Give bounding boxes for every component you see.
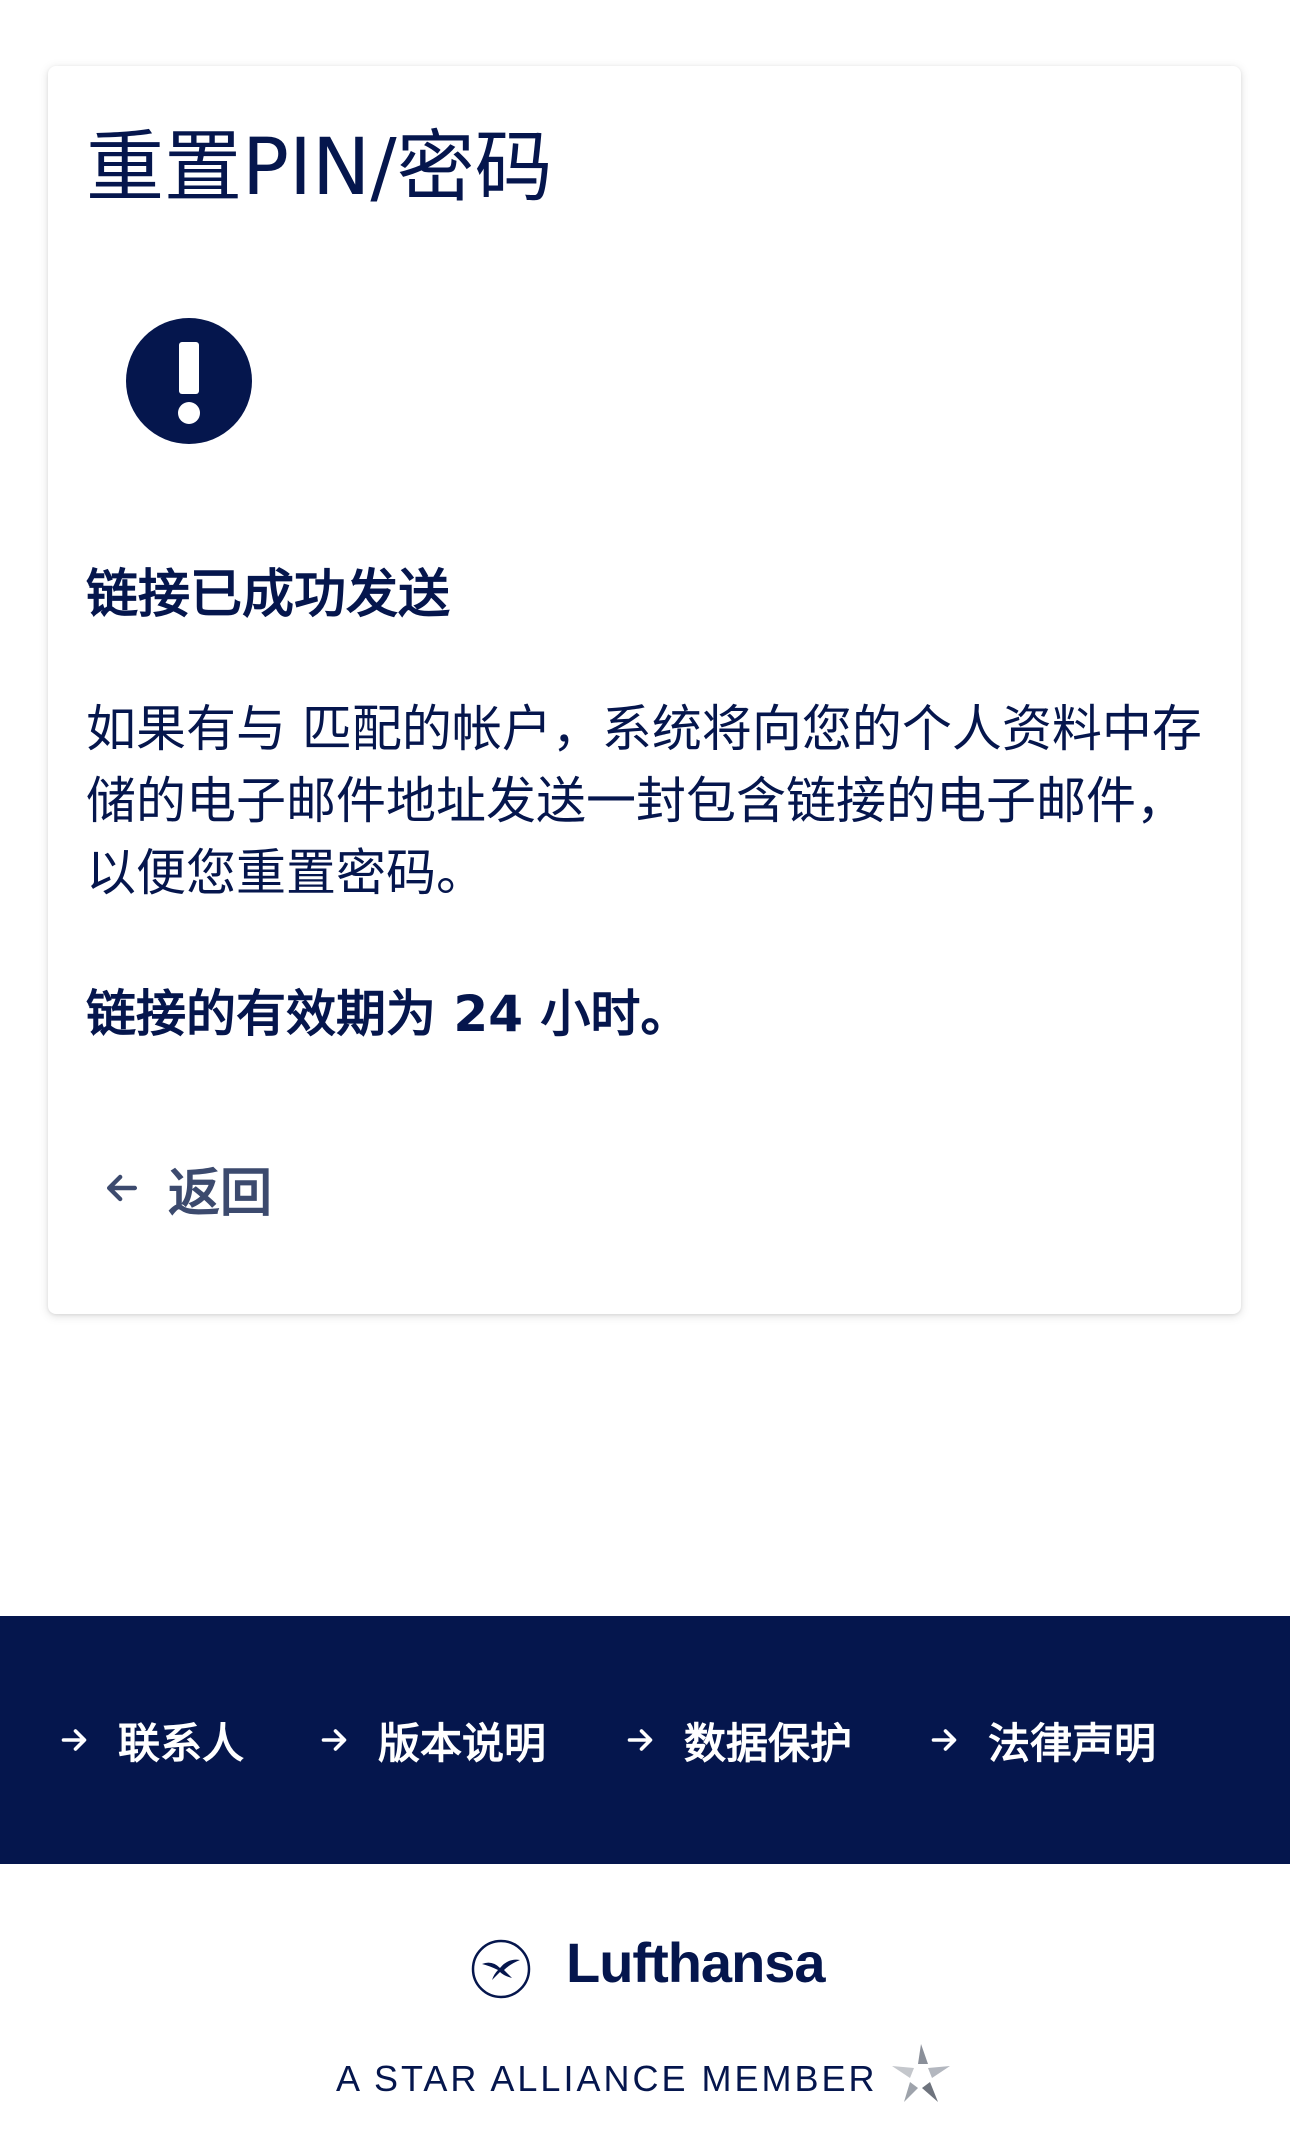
arrow-right-icon xyxy=(931,1729,957,1751)
footer-link-data-protection[interactable]: 数据保护 xyxy=(622,1710,852,1770)
info-message: 如果有与 匹配的帐户，系统将向您的个人资料中存储的电子邮件地址发送一封包含链接的… xyxy=(86,700,1202,902)
arrow-right-icon xyxy=(61,1729,87,1751)
page-title: 重置PIN/密码 xyxy=(86,123,553,213)
footer-link-imprint[interactable]: 版本说明 xyxy=(316,1710,546,1770)
back-link[interactable]: 返回 xyxy=(100,1148,272,1228)
footer-link-contact[interactable]: 联系人 xyxy=(56,1710,244,1770)
footer-link-label: 数据保护 xyxy=(684,1718,853,1768)
brand-footer: Lufthansa A STAR ALLIANCE MEMBER xyxy=(0,1864,1290,2134)
back-label: 返回 xyxy=(168,1163,273,1224)
footer-link-label: 联系人 xyxy=(118,1718,245,1768)
arrow-right-icon xyxy=(627,1729,653,1751)
exclamation-icon xyxy=(126,318,252,444)
brand-name: Lufthansa xyxy=(566,1931,826,1994)
reset-password-page: 重置PIN/密码 链接已成功发送 如果有与 匹配的帐户，系统将向您的个人资料中存… xyxy=(0,0,1290,2134)
footer-link-legal[interactable]: 法律声明 xyxy=(926,1710,1156,1770)
alliance-text: A STAR ALLIANCE MEMBER xyxy=(336,2058,878,2099)
arrow-left-icon xyxy=(106,1174,138,1202)
lufthansa-crane-logo xyxy=(471,1939,531,1999)
footer-nav: 联系人 版本说明 数据保护 法律声明 xyxy=(0,1616,1290,1864)
link-validity-note: 链接的有效期为 24 小时。 xyxy=(86,985,691,1043)
footer-link-label: 版本说明 xyxy=(378,1718,547,1768)
reset-confirmation-card: 重置PIN/密码 链接已成功发送 如果有与 匹配的帐户，系统将向您的个人资料中存… xyxy=(48,66,1241,1314)
footer-link-label: 法律声明 xyxy=(988,1718,1157,1768)
success-heading: 链接已成功发送 xyxy=(86,565,451,625)
arrow-right-icon xyxy=(321,1729,347,1751)
star-alliance-logo xyxy=(892,2044,950,2102)
